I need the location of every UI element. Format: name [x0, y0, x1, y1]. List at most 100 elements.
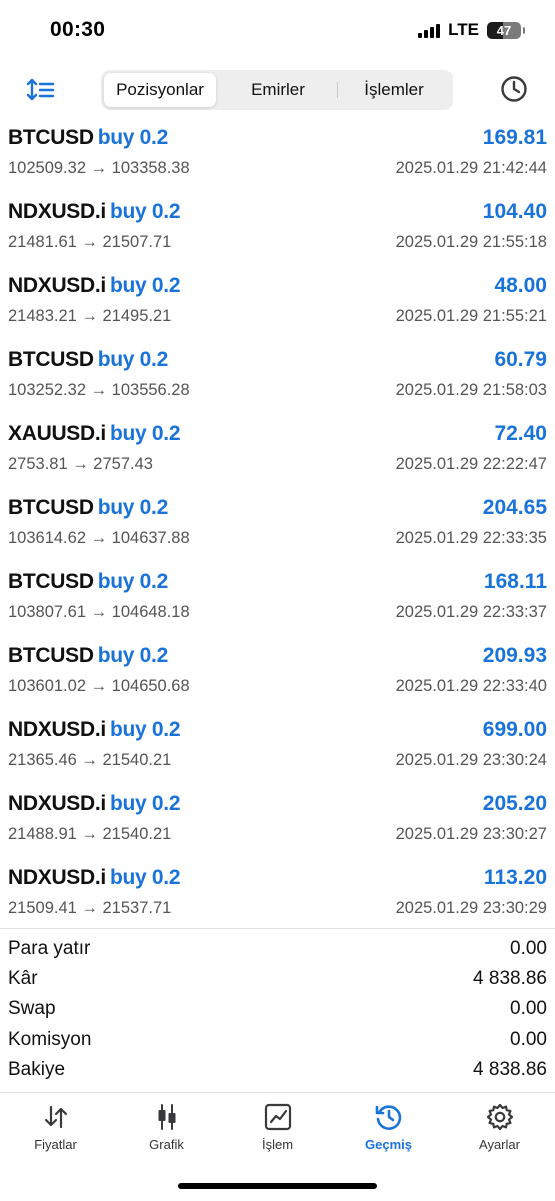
trade-symbol: BTCUSD: [8, 570, 94, 593]
trade-symbol: NDXUSD.i: [8, 866, 106, 889]
trade-symbol: BTCUSD: [8, 348, 94, 371]
tab-label: Fiyatlar: [34, 1137, 77, 1152]
trade-prices: 21481.61 → 21507.71: [8, 233, 172, 251]
trade-profit: 104.40: [482, 200, 547, 223]
trade-side: buy 0.2: [109, 718, 181, 741]
trade-side: buy 0.2: [97, 496, 169, 519]
segment-divider: [337, 82, 338, 98]
summary-label: Para yatır: [8, 938, 91, 959]
trade-list: BTCUSD buy 0.2 169.81 102509.32 → 103358.…: [0, 124, 555, 938]
trade-time: 2025.01.29 22:33:37: [395, 603, 547, 621]
trade-side: buy 0.2: [109, 200, 181, 223]
signal-icon: [418, 22, 441, 38]
tab-settings[interactable]: Ayarlar: [444, 1103, 555, 1163]
period-clock-icon[interactable]: [499, 74, 529, 104]
tab-label: Grafik: [149, 1137, 184, 1152]
trade-profit: 169.81: [482, 126, 547, 149]
history-segment-control: Pozisyonlar Emirler İşlemler: [101, 70, 453, 110]
trade-time: 2025.01.29 22:33:35: [395, 529, 547, 547]
summary-row-commission: Komisyon 0.00: [0, 1027, 555, 1057]
summary-value: 0.00: [510, 998, 547, 1020]
summary-divider: [0, 928, 555, 929]
trade-profit: 205.20: [482, 792, 547, 815]
summary-label: Kâr: [8, 968, 38, 990]
trade-side: buy 0.2: [97, 126, 169, 149]
trade-time: 2025.01.29 21:55:21: [395, 307, 547, 325]
trade-chart-icon: [264, 1103, 291, 1131]
trade-profit: 48.00: [494, 274, 547, 297]
trade-time: 2025.01.29 21:42:44: [395, 159, 547, 177]
trade-profit: 168.11: [483, 570, 547, 593]
trade-row[interactable]: NDXUSD.i buy 0.2 205.20 21488.91 → 21540.…: [0, 790, 555, 864]
trade-prices: 103614.62 → 104637.88: [8, 529, 190, 547]
trade-prices: 103807.61 → 104648.18: [8, 603, 190, 621]
trade-time: 2025.01.29 23:30:29: [395, 899, 547, 917]
trade-side: buy 0.2: [97, 644, 169, 667]
trade-prices: 21488.91 → 21540.21: [8, 825, 172, 843]
trade-time: 2025.01.29 23:30:24: [395, 751, 547, 769]
tab-deals[interactable]: İşlemler: [339, 73, 449, 107]
trade-row[interactable]: NDXUSD.i buy 0.2 48.00 21483.21 → 21495.2…: [0, 272, 555, 346]
network-type: LTE: [448, 20, 479, 39]
trade-symbol: NDXUSD.i: [8, 200, 106, 223]
trade-profit: 72.40: [494, 422, 547, 445]
summary-label: Komisyon: [8, 1028, 92, 1050]
tab-orders[interactable]: Emirler: [221, 73, 335, 107]
trade-time: 2025.01.29 22:33:40: [395, 677, 547, 695]
trade-side: buy 0.2: [97, 348, 169, 371]
summary-label: Swap: [8, 998, 56, 1020]
trade-symbol: BTCUSD: [8, 126, 94, 149]
summary-row-swap: Swap 0.00: [0, 996, 555, 1026]
arrows-updown-icon: [44, 1105, 67, 1129]
trade-prices: 21483.21 → 21495.21: [8, 307, 172, 325]
trade-row[interactable]: NDXUSD.i buy 0.2 113.20 21509.41 → 21537.…: [0, 864, 555, 938]
trade-prices: 21365.46 → 21540.21: [8, 751, 172, 769]
trade-profit: 113.20: [483, 866, 547, 889]
status-bar: 00:30 LTE 47: [0, 0, 555, 62]
home-indicator: [178, 1183, 377, 1189]
summary-value: 0.00: [510, 1028, 547, 1050]
trade-symbol: XAUUSD.i: [8, 422, 106, 445]
gear-icon: [486, 1103, 513, 1131]
battery-level: 47: [496, 22, 512, 38]
sort-icon[interactable]: [26, 76, 56, 104]
summary-row-deposit: Para yatır 0.00: [0, 936, 555, 966]
tab-positions[interactable]: Pozisyonlar: [104, 73, 216, 107]
trade-prices: 102509.32 → 103358.38: [8, 159, 190, 177]
trade-row[interactable]: NDXUSD.i buy 0.2 699.00 21365.46 → 21540.…: [0, 716, 555, 790]
history-clock-icon: [375, 1105, 401, 1130]
trade-profit: 699.00: [482, 718, 547, 741]
summary-value: 4 838.86: [473, 968, 547, 990]
trade-time: 2025.01.29 22:22:47: [395, 455, 547, 473]
summary-row-balance: Bakiye 4 838.86: [0, 1057, 555, 1087]
trade-row[interactable]: XAUUSD.i buy 0.2 72.40 2753.81 → 2757.43 …: [0, 420, 555, 494]
trade-row[interactable]: BTCUSD buy 0.2 169.81 102509.32 → 103358.…: [0, 124, 555, 198]
tab-history[interactable]: Geçmiş: [333, 1103, 444, 1163]
account-summary: Para yatır 0.00 Kâr 4 838.86 Swap 0.00 K…: [0, 936, 555, 1087]
trade-prices: 21509.41 → 21537.71: [8, 899, 172, 917]
trade-symbol: NDXUSD.i: [8, 274, 106, 297]
summary-value: 4 838.86: [473, 1058, 547, 1080]
trade-time: 2025.01.29 21:55:18: [395, 233, 547, 251]
summary-value: 0.00: [510, 938, 547, 959]
tab-label: Geçmiş: [365, 1137, 412, 1152]
trade-side: buy 0.2: [109, 866, 181, 889]
tab-quotes[interactable]: Fiyatlar: [0, 1103, 111, 1163]
trade-side: buy 0.2: [97, 570, 169, 593]
tab-chart[interactable]: Grafik: [111, 1103, 222, 1163]
tab-label: İşlem: [261, 1137, 294, 1152]
trade-row[interactable]: BTCUSD buy 0.2 209.93 103601.02 → 104650.…: [0, 642, 555, 716]
trade-profit: 60.79: [494, 348, 547, 371]
trade-symbol: BTCUSD: [8, 496, 94, 519]
trade-row[interactable]: NDXUSD.i buy 0.2 104.40 21481.61 → 21507.…: [0, 198, 555, 272]
history-header: Pozisyonlar Emirler İşlemler: [0, 68, 555, 112]
trade-row[interactable]: BTCUSD buy 0.2 60.79 103252.32 → 103556.2…: [0, 346, 555, 420]
trade-prices: 103601.02 → 104650.68: [8, 677, 190, 695]
trade-symbol: NDXUSD.i: [8, 792, 106, 815]
trade-row[interactable]: BTCUSD buy 0.2 168.11 103807.61 → 104648.…: [0, 568, 555, 642]
tab-trade[interactable]: İşlem: [222, 1103, 333, 1163]
trade-row[interactable]: BTCUSD buy 0.2 204.65 103614.62 → 104637.…: [0, 494, 555, 568]
trade-side: buy 0.2: [109, 792, 181, 815]
trade-side: buy 0.2: [109, 274, 181, 297]
trade-time: 2025.01.29 23:30:27: [395, 825, 547, 843]
